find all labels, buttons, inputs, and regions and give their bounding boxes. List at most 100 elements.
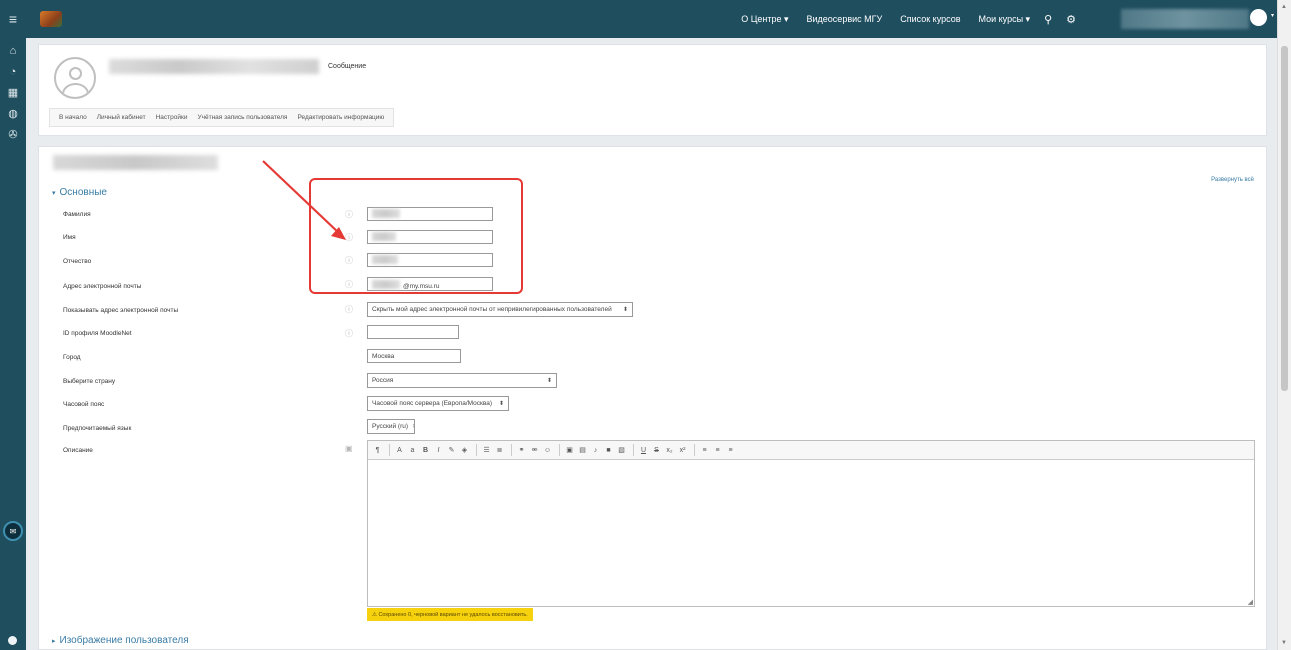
nav-course-list[interactable]: Список курсов <box>900 14 960 24</box>
user-name-redacted <box>1121 9 1249 29</box>
italic-icon[interactable]: I <box>433 445 444 456</box>
help-icon[interactable]: ⓘ <box>345 304 353 315</box>
text-color-icon[interactable]: ◈ <box>459 445 470 456</box>
font-icon[interactable]: A <box>394 445 405 456</box>
show-email-select[interactable]: Скрыть мой адрес электронной почты от не… <box>367 302 633 317</box>
calendar-icon[interactable]: ▦ <box>0 82 26 103</box>
firstname-value-redacted <box>372 232 396 241</box>
size-icon[interactable]: a <box>407 445 418 456</box>
moodlenet-label: ID профиля MoodleNet <box>63 330 132 337</box>
expand-all-link[interactable]: Развернуть всё <box>1211 177 1254 183</box>
scroll-down-icon[interactable]: ▼ <box>1281 640 1287 646</box>
city-input[interactable] <box>367 349 461 363</box>
breadcrumb-settings[interactable]: Настройки <box>156 114 188 121</box>
chevron-down-icon: ⬍ <box>498 401 504 407</box>
search-icon[interactable]: ⚲ <box>1044 13 1052 26</box>
home-icon[interactable]: ⌂ <box>0 40 26 61</box>
country-select[interactable]: Россия ⬍ <box>367 373 557 388</box>
description-editor: ¶ A a B I ✎ ◈ ☰ ≣ ⚭ ⚮ ☺ ▣ ▤ ♪ ■ ▧ U S x₂… <box>367 440 1255 607</box>
language-select[interactable]: Русский (ru)⬍ <box>367 419 415 434</box>
align-left-icon[interactable]: ≡ <box>699 445 710 456</box>
required-icon: ⓘ <box>345 210 353 219</box>
courses-icon[interactable]: ✇ <box>0 124 26 145</box>
firstname-label: Имя <box>63 234 76 241</box>
editor-toolbar: ¶ A a B I ✎ ◈ ☰ ≣ ⚭ ⚮ ☺ ▣ ▤ ♪ ■ ▧ U S x₂… <box>368 441 1254 460</box>
timezone-select[interactable]: Часовой пояс сервера (Европа/Москва) ⬍ <box>367 396 509 411</box>
help-icon[interactable]: ▣ <box>345 444 353 453</box>
chevron-down-icon: ▾ <box>52 190 56 197</box>
description-label: Описание <box>63 447 93 454</box>
required-icon: ⓘ <box>345 280 353 289</box>
brush-icon[interactable]: ✎ <box>446 445 457 456</box>
scroll-thumb[interactable] <box>1281 46 1288 391</box>
unlink-icon[interactable]: ⚮ <box>529 445 540 456</box>
breadcrumb-dashboard[interactable]: Личный кабинет <box>97 114 146 121</box>
underline-icon[interactable]: U <box>638 445 649 456</box>
lastname-label: Фамилия <box>63 211 91 218</box>
site-logo[interactable] <box>40 0 66 38</box>
chevron-down-icon: ⬍ <box>622 307 628 313</box>
align-center-icon[interactable]: ≡ <box>712 445 723 456</box>
message-link[interactable]: Сообщение <box>328 63 366 70</box>
nav-my-courses[interactable]: Мои курсы ▾ <box>979 14 1031 25</box>
chevron-down-icon[interactable]: ▾ <box>1271 12 1274 19</box>
middlename-label: Отчество <box>63 258 92 265</box>
country-label: Выберите страну <box>63 378 116 385</box>
required-icon: ⓘ <box>345 233 353 242</box>
section-user-picture-header[interactable]: ▸ Изображение пользователя <box>52 635 189 646</box>
gear-icon[interactable]: ⚙ <box>1066 13 1076 26</box>
profile-header: Сообщение В начало Личный кабинет Настро… <box>38 44 1267 136</box>
bold-icon[interactable]: B <box>420 445 431 456</box>
nav-video-service[interactable]: Видеосервис МГУ <box>807 14 883 24</box>
status-dot-icon[interactable] <box>8 636 17 645</box>
city-label: Город <box>63 354 81 361</box>
numbered-list-icon[interactable]: ≣ <box>494 445 505 456</box>
user-avatar[interactable] <box>1250 9 1267 26</box>
superscript-icon[interactable]: x² <box>677 445 688 456</box>
language-label: Предпочитаемый язык <box>63 425 132 432</box>
moodlenet-input[interactable] <box>367 325 459 339</box>
logo-icon <box>40 11 62 27</box>
page-title-redacted <box>53 155 218 170</box>
edit-profile-form: Развернуть всё ▾ Основные Фамилия ⓘ Имя ⓘ… <box>38 146 1267 650</box>
timezone-label: Часовой пояс <box>63 401 105 408</box>
lastname-value-redacted <box>372 209 400 218</box>
resize-handle-icon[interactable]: ◢ <box>1248 598 1253 606</box>
record-audio-icon[interactable]: ♪ <box>590 445 601 456</box>
scroll-up-icon[interactable]: ▲ <box>1281 4 1287 10</box>
breadcrumb-user-account[interactable]: Учётная запись пользователя <box>197 114 287 121</box>
subscript-icon[interactable]: x₂ <box>664 445 675 456</box>
nav-about-center[interactable]: О Центре ▾ <box>741 14 788 25</box>
middlename-value-redacted <box>372 255 398 264</box>
chat-icon[interactable]: ✉ <box>3 521 23 541</box>
align-right-icon[interactable]: ≡ <box>725 445 736 456</box>
dashboard-icon[interactable]: ◔ <box>0 61 26 82</box>
link-icon[interactable]: ⚭ <box>516 445 527 456</box>
help-icon[interactable]: ⓘ <box>345 328 353 339</box>
image-icon[interactable]: ▣ <box>564 445 575 456</box>
paragraph-icon[interactable]: ¶ <box>372 445 383 456</box>
hamburger-icon[interactable]: ≡ <box>0 0 26 38</box>
manage-files-icon[interactable]: ▧ <box>616 445 627 456</box>
email-value-redacted <box>372 280 400 289</box>
user-fullname-redacted <box>109 59 319 74</box>
strikethrough-icon[interactable]: S <box>651 445 662 456</box>
breadcrumb: В начало Личный кабинет Настройки Учётна… <box>49 108 395 127</box>
description-textarea[interactable] <box>368 461 1254 606</box>
required-icon: ⓘ <box>345 256 353 265</box>
primary-nav: О Центре ▾ Видеосервис МГУ Список курсов… <box>723 0 1076 38</box>
media-icon[interactable]: ▤ <box>577 445 588 456</box>
section-general-header[interactable]: ▾ Основные <box>52 187 107 198</box>
breadcrumb-home[interactable]: В начало <box>59 114 87 121</box>
chevron-down-icon: ⬍ <box>412 423 414 430</box>
breadcrumb-edit-profile[interactable]: Редактировать информацию <box>297 114 384 121</box>
email-label: Адрес электронной почты <box>63 283 142 290</box>
show-email-label: Показывать адрес электронной почты <box>63 307 179 314</box>
emoji-icon[interactable]: ☺ <box>542 445 553 456</box>
bullet-list-icon[interactable]: ☰ <box>481 445 492 456</box>
chevron-down-icon: ⬍ <box>546 378 552 384</box>
chevron-right-icon: ▸ <box>52 638 56 645</box>
page-scrollbar[interactable]: ▲ ▼ <box>1277 0 1291 650</box>
private-files-icon[interactable]: ◍ <box>0 103 26 124</box>
record-video-icon[interactable]: ■ <box>603 445 614 456</box>
